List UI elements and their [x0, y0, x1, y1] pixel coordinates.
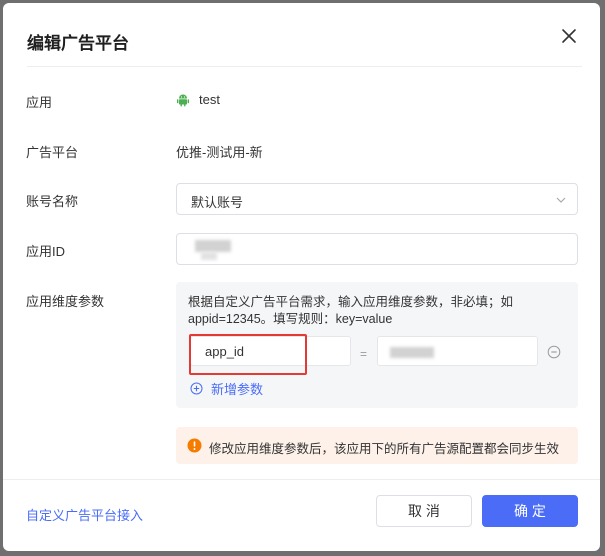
header-divider — [27, 66, 582, 67]
dimension-hint: 根据自定义广告平台需求，输入应用维度参数，非必填；如appid=12345。填写… — [188, 295, 514, 326]
platform-value: 优推-测试用-新 — [176, 145, 263, 160]
warning-icon — [187, 438, 202, 453]
plus-circle-icon — [190, 382, 203, 395]
warning-banner: 修改应用维度参数后，该应用下的所有广告源配置都会同步生效 — [176, 427, 578, 464]
param-key-value: app_id — [205, 344, 245, 359]
param-value-input[interactable] — [377, 336, 538, 366]
edit-ad-platform-dialog: 编辑广告平台 应用 test 广告平台 优推-测试用-新 账号名称 默认账号 应… — [3, 3, 600, 551]
confirm-button[interactable]: 确 定 — [482, 495, 578, 527]
redacted-param-value — [390, 347, 434, 358]
account-selected-value: 默认账号 — [191, 195, 244, 210]
add-param-label: 新增参数 — [211, 382, 264, 397]
cancel-button[interactable]: 取 消 — [376, 495, 472, 527]
android-icon — [177, 94, 189, 107]
close-icon[interactable] — [558, 25, 580, 47]
custom-platform-link[interactable]: 自定义广告平台接入 — [26, 505, 143, 524]
account-select[interactable]: 默认账号 — [176, 183, 578, 215]
app-id-label: 应用ID — [26, 244, 66, 259]
redacted-app-id — [195, 240, 231, 252]
add-param-button[interactable]: 新增参数 — [190, 379, 263, 398]
account-label: 账号名称 — [26, 194, 79, 209]
warning-text: 修改应用维度参数后，该应用下的所有广告源配置都会同步生效 — [209, 442, 560, 456]
app-id-input[interactable] — [176, 233, 578, 265]
dimension-label: 应用维度参数 — [26, 294, 105, 309]
platform-label: 广告平台 — [26, 145, 79, 160]
redacted-app-id-fragment — [201, 252, 217, 260]
param-key-input[interactable]: app_id — [190, 336, 351, 366]
equals-sign: = — [360, 347, 368, 361]
remove-param-icon[interactable] — [547, 345, 561, 359]
app-label: 应用 — [26, 95, 53, 110]
app-value: test — [199, 92, 220, 107]
chevron-down-icon — [556, 197, 566, 203]
dialog-title: 编辑广告平台 — [27, 34, 129, 53]
footer-divider — [3, 479, 600, 480]
